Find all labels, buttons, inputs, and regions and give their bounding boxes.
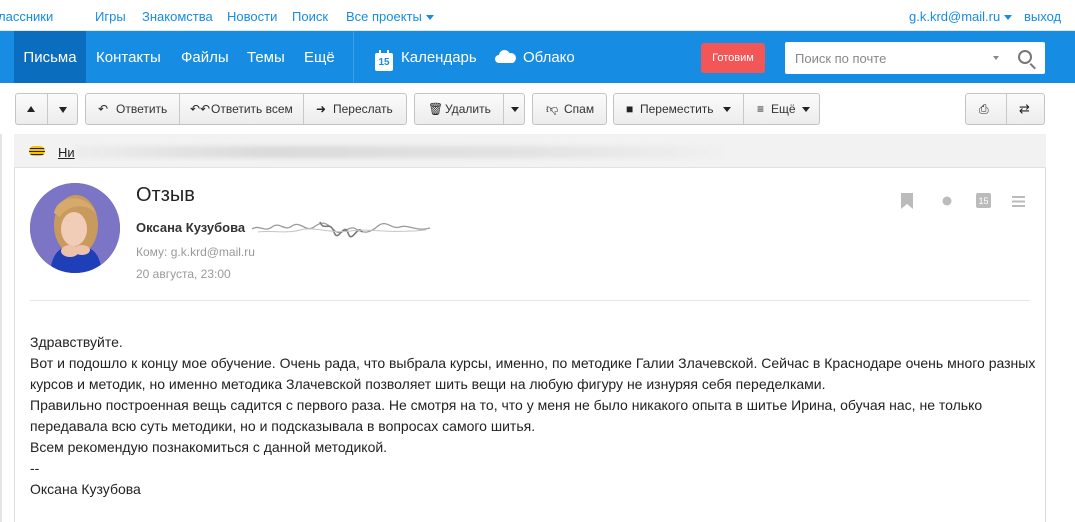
reply-icon: ↶ <box>98 102 109 116</box>
move-button[interactable]: ■ Переместить <box>614 94 743 124</box>
beeline-logo-icon <box>29 146 45 156</box>
reply-all-button[interactable]: ↶↶ Ответить всем <box>179 94 303 124</box>
recipient-line: Кому: g.k.krd@mail.ru <box>136 245 255 259</box>
folder-icon: ■ <box>626 102 634 116</box>
user-email-menu[interactable]: g.k.krd@mail.ru <box>909 9 1013 24</box>
mail-search <box>785 42 1045 74</box>
tab-letters[interactable]: Письма <box>14 31 86 83</box>
arrow-down-icon <box>59 107 67 113</box>
logout-link[interactable]: выход <box>1024 9 1061 24</box>
tab-cloud[interactable]: Облако <box>495 31 575 83</box>
ad-link[interactable]: Ни <box>58 145 75 160</box>
obscured-sender-email <box>251 221 431 238</box>
next-letter-button[interactable] <box>47 94 78 124</box>
sender-avatar[interactable] <box>30 183 120 273</box>
cloud-icon <box>495 49 517 63</box>
printer-icon: ⎙ <box>979 102 989 116</box>
folder-list-edge <box>0 134 2 522</box>
menu-icon[interactable] <box>1012 196 1025 207</box>
chevron-down-icon <box>723 107 731 112</box>
tab-more[interactable]: Ещё <box>304 31 335 83</box>
portal-link-search[interactable]: Поиск <box>292 9 328 24</box>
forward-button[interactable]: ➜ Переслать <box>303 94 407 124</box>
calendar-icon: 15 <box>375 50 393 71</box>
body-line: Всем рекомендую познакомиться с данной м… <box>30 439 388 455</box>
list-icon: ≡ <box>757 102 765 116</box>
body-line: Правильно построенная вещь садится с пер… <box>30 397 983 434</box>
delete-group: 🗑 Удалить <box>414 93 525 125</box>
prev-next-group <box>15 93 78 125</box>
print-button[interactable]: ⎙ <box>966 94 1006 124</box>
chevron-down-icon <box>1004 15 1013 21</box>
nav-divider <box>353 31 354 83</box>
body-line: -- <box>30 460 40 476</box>
letter-subject: Отзыв <box>136 184 195 206</box>
chevron-down-icon <box>511 107 519 112</box>
portal-bar: лассники Игры Знакомства Новости Поиск В… <box>0 0 1075 31</box>
portal-link-all-projects[interactable]: Все проекты <box>346 9 434 24</box>
translate-button[interactable]: ⇄ <box>1006 94 1045 124</box>
portal-link-games[interactable]: Игры <box>95 9 126 24</box>
delete-options-button[interactable] <box>503 94 525 124</box>
avatar-portrait-icon <box>30 183 120 273</box>
portal-link-news[interactable]: Новости <box>227 9 277 24</box>
chevron-down-icon <box>425 15 434 21</box>
arrow-up-icon <box>27 106 35 112</box>
letter-body: Здравствуйте. Вот и подошло к концу мое … <box>30 332 1040 500</box>
tab-files[interactable]: Файлы <box>181 31 229 83</box>
search-input[interactable] <box>785 42 985 74</box>
translate-icon: ⇄ <box>1019 101 1030 116</box>
tab-calendar[interactable]: 15 Календарь <box>375 31 477 83</box>
header-divider <box>30 300 1030 301</box>
move-group: ■ Переместить ≡ Ещё <box>613 93 820 125</box>
body-line: Оксана Кузубова <box>30 481 141 497</box>
chevron-down-icon <box>802 107 810 112</box>
view-group: ⎙ ⇄ <box>965 93 1045 125</box>
unread-dot-icon[interactable] <box>942 196 952 206</box>
bookmark-icon[interactable] <box>900 193 914 209</box>
more-actions-button[interactable]: ≡ Ещё <box>743 94 820 124</box>
tab-topics[interactable]: Темы <box>247 31 285 83</box>
search-options-chevron-icon[interactable] <box>993 56 999 60</box>
thumbs-down-icon: 👎︎ <box>546 102 559 116</box>
previous-letter-button[interactable] <box>16 94 47 124</box>
body-line: Вот и подошло к концу мое обучение. Очен… <box>30 355 1036 392</box>
trash-icon: 🗑 <box>428 102 444 116</box>
sender-name[interactable]: Оксана Кузубова <box>136 220 245 235</box>
reply-all-icon: ↶↶ <box>190 102 211 116</box>
search-icon[interactable] <box>1018 50 1032 64</box>
portal-link-dating[interactable]: Знакомства <box>142 9 213 24</box>
spam-button[interactable]: 👎︎ Спам <box>532 93 607 125</box>
letter-date: 20 августа, 23:00 <box>136 267 231 281</box>
reply-group: ↶ Ответить ↶↶ Ответить всем ➜ Переслать <box>85 93 407 125</box>
reply-button[interactable]: ↶ Ответить <box>86 94 179 124</box>
body-line: Здравствуйте. <box>30 334 123 350</box>
delete-button[interactable]: 🗑 Удалить <box>415 94 503 124</box>
recipient-email[interactable]: g.k.krd@mail.ru <box>171 245 255 259</box>
forward-arrow-icon: ➜ <box>316 102 327 116</box>
portal-link-odnoklassniki[interactable]: лассники <box>0 9 53 24</box>
add-to-calendar-icon[interactable]: 15 <box>976 193 991 208</box>
tab-contacts[interactable]: Контакты <box>96 31 161 83</box>
blurred-ad-text <box>75 146 725 158</box>
ready-button[interactable]: Готовим <box>701 43 765 73</box>
